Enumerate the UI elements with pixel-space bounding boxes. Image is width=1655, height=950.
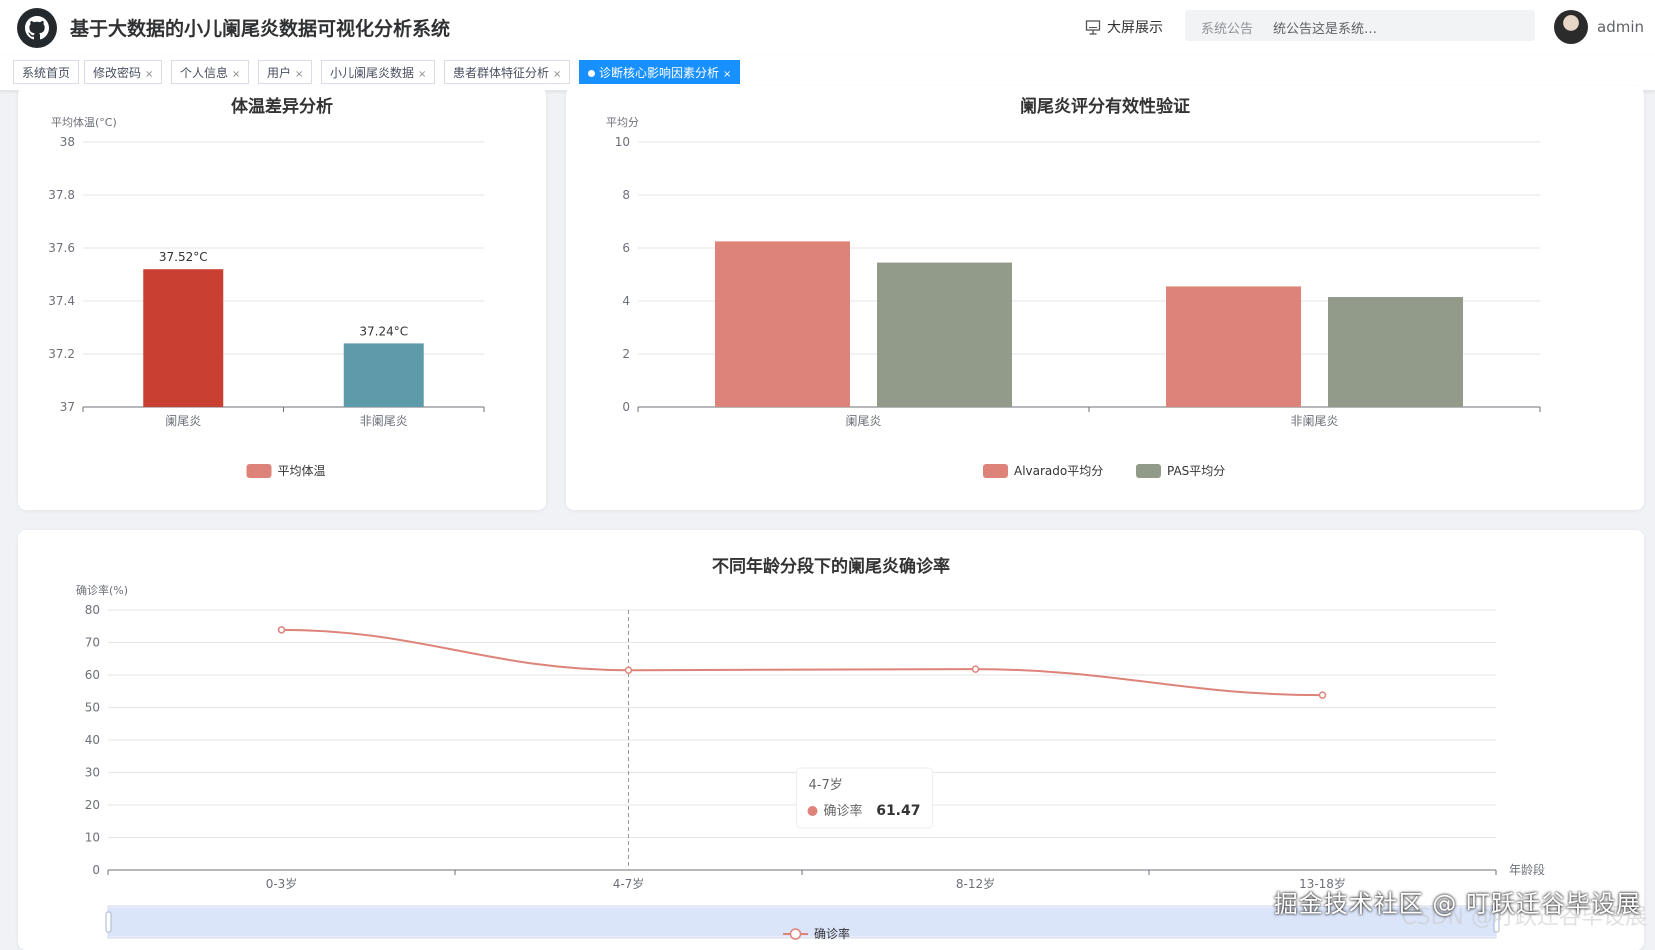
y-tick-label: 30	[85, 766, 100, 780]
tag-label: 个人信息	[180, 66, 229, 80]
temperature-bar-chart: 38 37.8 37.6 37.4 37.2 37 平均体温(°C) 37.52°C 阑尾炎 37…	[48, 115, 485, 478]
y-tick-label: 0	[622, 400, 630, 414]
tag-label: 患者群体特征分析	[453, 66, 550, 80]
y-tick-label: 0	[92, 863, 100, 877]
notice-text: 统公告这是系统…	[1273, 22, 1378, 37]
y-tick-label: 80	[85, 603, 100, 617]
y-tick-label: 37	[60, 400, 75, 414]
legend-marker	[789, 928, 802, 940]
data-point	[1318, 691, 1327, 699]
y-tick-label: 38	[60, 135, 75, 149]
y-tick-label: 20	[85, 798, 100, 812]
legend-swatch	[246, 464, 272, 478]
app-title: 基于大数据的小儿阑尾炎数据可视化分析系统	[70, 18, 451, 40]
score-bar-chart: 10 8 6 4 2 0 平均分阑尾炎 非阑尾炎 Alvarado平均分 PAS平均分	[606, 116, 1541, 478]
tooltip-value: 61.47	[876, 803, 920, 819]
y-tick-label: 40	[85, 733, 100, 747]
y-tick-label: 10	[615, 135, 630, 149]
y-tick-label: 60	[85, 668, 100, 682]
watermark: 掘金技术社区 @ 叮跃迁谷毕设展	[1273, 890, 1641, 918]
data-label: 37.52°C	[159, 250, 208, 264]
y-tick-label: 6	[622, 241, 630, 255]
data-label: 37.24°C	[359, 324, 408, 338]
y-axis-title: 确诊率(%)	[76, 583, 128, 597]
x-tick-label: 非阑尾炎	[1290, 413, 1338, 428]
data-point	[624, 666, 633, 674]
tag-label: 系统首页	[22, 66, 71, 80]
data-point	[971, 665, 980, 673]
tag-user[interactable]: 用户 ×	[258, 60, 313, 84]
bar	[143, 269, 224, 407]
x-tick-label: 0-3岁	[266, 876, 298, 891]
tooltip-box	[796, 767, 933, 829]
notice-label: 系统公告	[1201, 22, 1254, 37]
tag-profile[interactable]: 个人信息 ×	[171, 60, 250, 84]
legend-label: PAS平均分	[1167, 464, 1225, 478]
bar	[1328, 297, 1463, 407]
legend-label: 平均体温	[278, 464, 326, 478]
bigscreen-label: 大屏展示	[1107, 20, 1163, 36]
close-icon[interactable]: ×	[295, 69, 303, 80]
y-tick-label: 37.8	[48, 188, 75, 202]
x-tick-label: 8-12岁	[956, 876, 995, 891]
tag-label: 修改密码	[93, 66, 142, 80]
bigscreen-button[interactable]: 大屏展示	[1085, 17, 1163, 37]
datazoom-handle-left	[105, 911, 112, 933]
github-icon[interactable]	[17, 8, 57, 48]
legend-label: Alvarado平均分	[1014, 464, 1103, 478]
close-icon[interactable]: ×	[145, 69, 153, 80]
tag-change-password[interactable]: 修改密码 ×	[84, 60, 163, 84]
tag-patient-features[interactable]: 患者群体特征分析 ×	[444, 60, 571, 84]
x-tick-label: 阑尾炎	[165, 413, 201, 428]
y-tick-label: 70	[85, 636, 100, 650]
y-tick-label: 2	[622, 347, 630, 361]
tag-diagnosis-factors[interactable]: 诊断核心影响因素分析 ×	[579, 60, 741, 84]
legend-swatch	[1136, 464, 1161, 478]
y-tick-label: 37.2	[48, 347, 75, 361]
x-axis-title: 年龄段	[1509, 862, 1545, 877]
bar	[715, 241, 850, 407]
data-point	[277, 626, 286, 634]
x-tick-label: 非阑尾炎	[360, 413, 408, 428]
active-dot-icon	[588, 70, 595, 77]
tag-label: 诊断核心影响因素分析	[599, 66, 720, 80]
user-avatar[interactable]	[1554, 10, 1588, 44]
y-tick-label: 37.6	[48, 241, 75, 255]
y-tick-label: 50	[85, 701, 100, 715]
bar	[1166, 286, 1301, 407]
temperature-chart-card: 体温差异分析 38 37.8 37.6 37.4 37.2 37 平均体温(°C) 37.52…	[18, 86, 546, 510]
system-notice[interactable]: 系统公告 统公告这是系统…	[1185, 10, 1535, 41]
y-axis-title: 平均体温(°C)	[51, 115, 117, 129]
score-chart-card: 阑尾炎评分有效性验证 10 8 6 4 2 0 平均分 阑尾炎 非阑尾炎 Alvarado平均分 P…	[566, 86, 1644, 510]
y-tick-label: 4	[622, 294, 630, 308]
username[interactable]: admin	[1597, 18, 1644, 36]
y-tick-label: 37.4	[48, 294, 75, 308]
close-icon[interactable]: ×	[553, 69, 561, 80]
tooltip-marker	[807, 806, 818, 816]
presentation-icon	[1085, 20, 1101, 35]
x-tick-label: 4-7岁	[613, 876, 645, 891]
x-tick-label: 阑尾炎	[845, 413, 881, 428]
tooltip-category: 4-7岁	[809, 778, 843, 793]
bar	[877, 262, 1012, 407]
bar	[343, 343, 424, 407]
y-tick-label: 10	[85, 831, 100, 845]
tag-appendicitis-data[interactable]: 小儿阑尾炎数据 ×	[321, 60, 436, 84]
y-axis-title: 平均分	[606, 116, 639, 129]
close-icon[interactable]: ×	[723, 69, 731, 80]
top-header: 基于大数据的小儿阑尾炎数据可视化分析系统 大屏展示 系统公告 统公告这是系统… …	[0, 0, 1655, 55]
tag-label: 用户	[267, 66, 292, 80]
y-tick-label: 8	[622, 188, 630, 202]
series-line	[281, 628, 1323, 697]
close-icon[interactable]: ×	[418, 69, 426, 80]
tag-label: 小儿阑尾炎数据	[330, 66, 415, 80]
tooltip-series: 确诊率	[824, 803, 863, 819]
tag-home[interactable]: 系统首页	[13, 60, 80, 84]
close-icon[interactable]: ×	[232, 69, 240, 80]
legend-swatch	[983, 464, 1008, 478]
